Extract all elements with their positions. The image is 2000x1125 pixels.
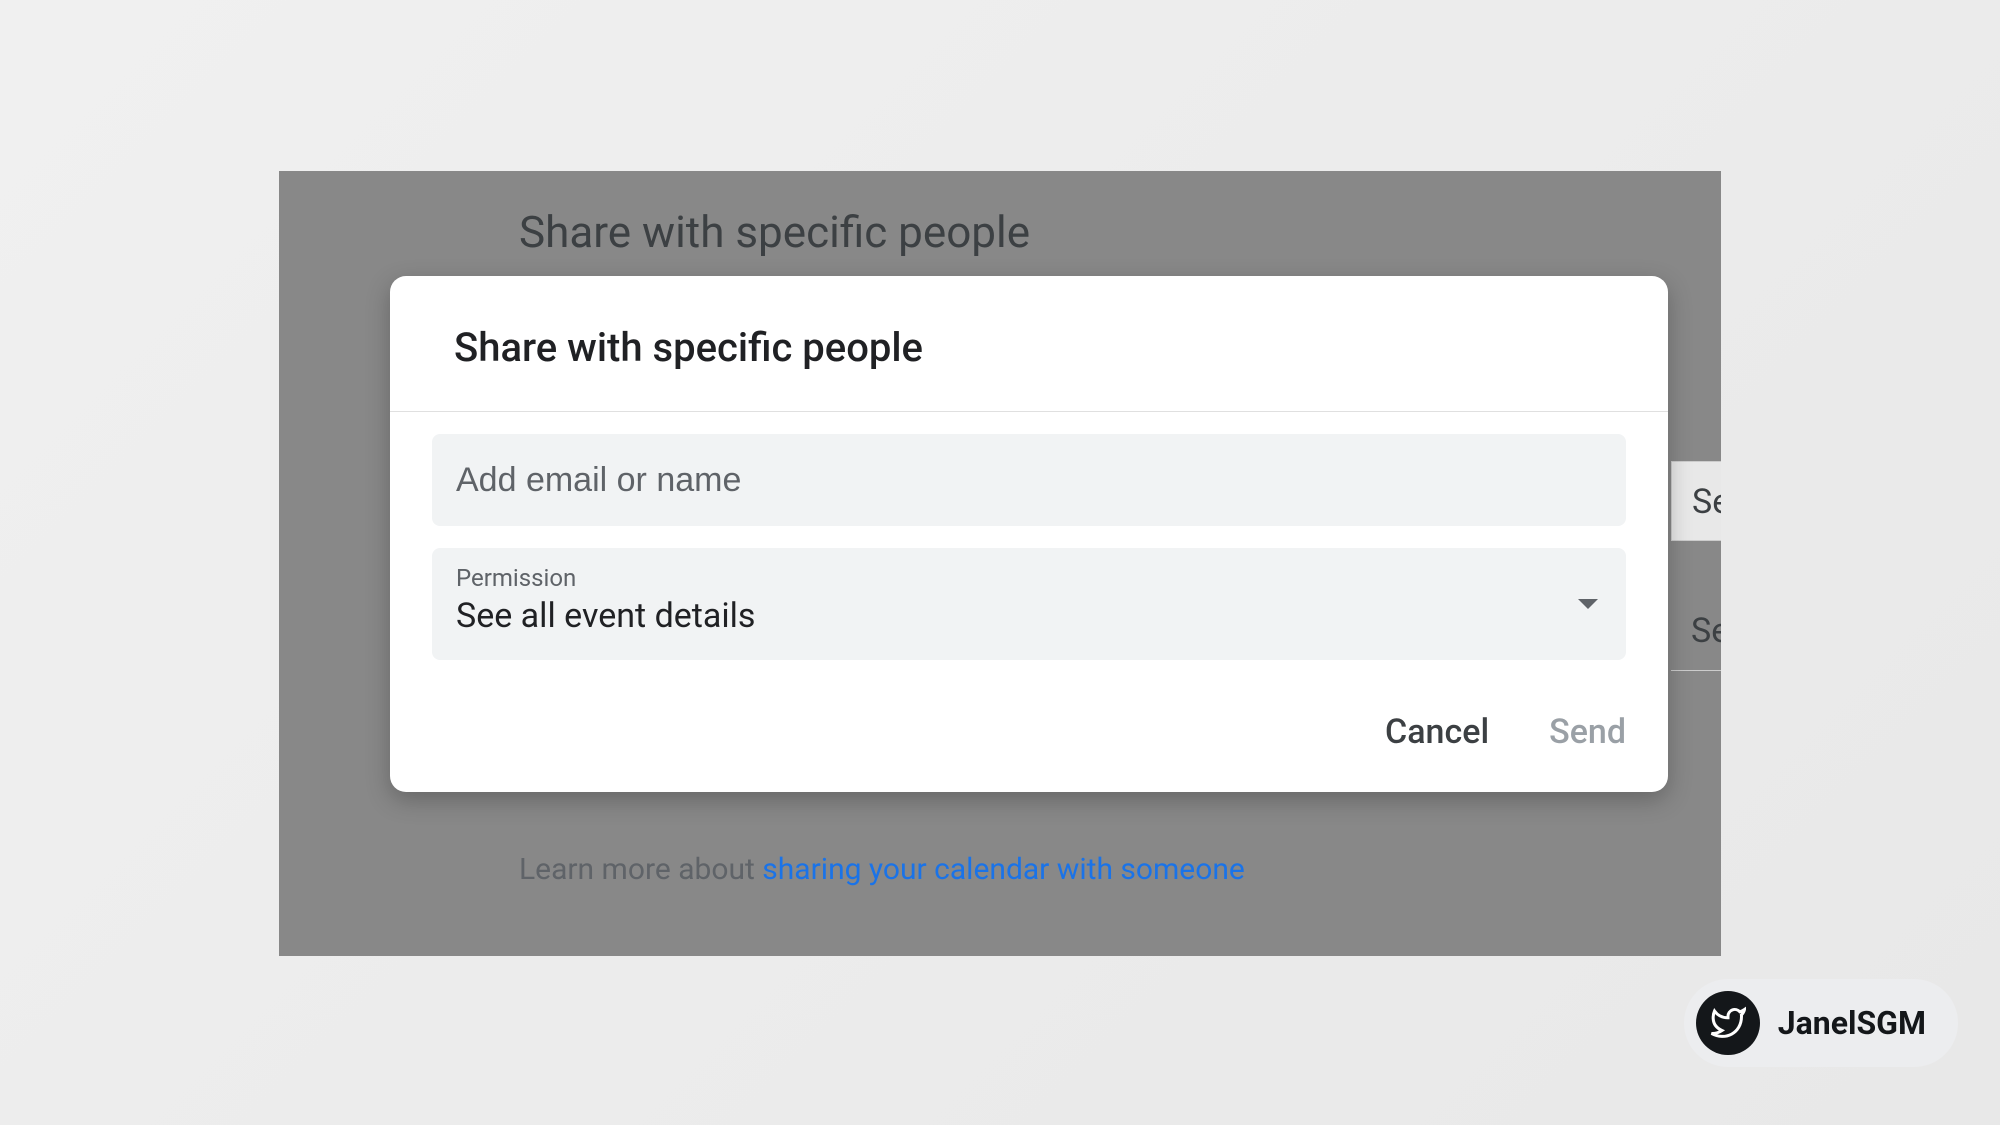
permission-label: Permission bbox=[456, 564, 1602, 592]
email-input[interactable] bbox=[432, 434, 1626, 526]
dialog-body: Permission See all event details bbox=[390, 412, 1668, 660]
permission-select[interactable]: Permission See all event details bbox=[432, 548, 1626, 660]
learn-more-prefix: Learn more about bbox=[519, 852, 762, 887]
background-right-fragment-1: Se bbox=[1671, 461, 1721, 541]
background-heading: Share with specific people bbox=[519, 206, 1030, 258]
dialog-footer: Cancel Send bbox=[390, 660, 1668, 792]
permission-value: See all event details bbox=[456, 596, 755, 636]
background-learn-more: Learn more about sharing your calendar w… bbox=[519, 852, 1245, 887]
twitter-badge[interactable]: JanelSGM bbox=[1684, 979, 1958, 1067]
background-right-fragment-2: Se bbox=[1671, 591, 1721, 671]
chevron-down-icon bbox=[1578, 599, 1598, 609]
twitter-icon bbox=[1696, 991, 1760, 1055]
dialog-header: Share with specific people bbox=[390, 276, 1668, 412]
dialog-title: Share with specific people bbox=[454, 324, 1604, 371]
share-dialog: Share with specific people Permission Se… bbox=[390, 276, 1668, 792]
send-button[interactable]: Send bbox=[1549, 712, 1626, 752]
cancel-button[interactable]: Cancel bbox=[1385, 712, 1489, 752]
twitter-handle: JanelSGM bbox=[1778, 1004, 1926, 1042]
learn-more-link[interactable]: sharing your calendar with someone bbox=[762, 852, 1245, 887]
